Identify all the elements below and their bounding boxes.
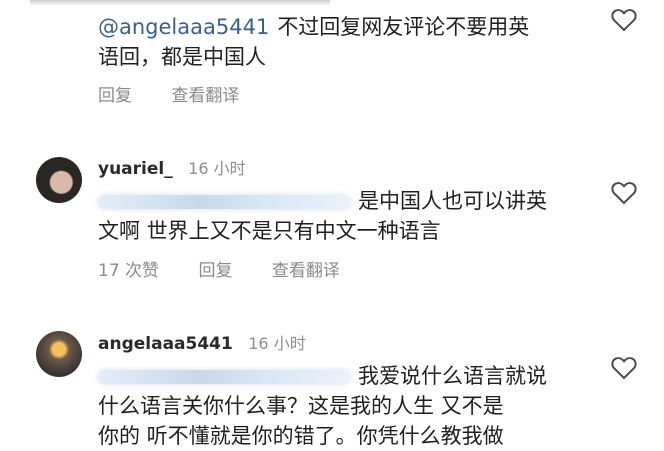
comment-text-line-3: 你的 听不懂就是你的错了。你凭什么教我做 [98,424,504,448]
reply-button[interactable]: 回复 [198,261,232,281]
like-count[interactable]: 17 次赞 [98,261,159,281]
comment-text-line-2: 什么语言关你什么事？这是我的人生 又不是 [98,394,504,418]
reply-button[interactable]: 回复 [98,86,132,106]
comment-text-line-2: 语回，都是中国人 [98,45,266,69]
heart-outline-icon[interactable] [611,181,637,205]
mention-link[interactable]: @angelaaa5441 [98,15,269,39]
see-translation-button[interactable]: 查看翻译 [272,261,340,281]
avatar[interactable] [36,331,82,377]
comment-actions: 回复 查看翻译 [98,81,273,106]
comment-actions: 17 次赞 回复 查看翻译 [98,256,374,281]
comment-text: @angelaaa5441 不过回复网友评论不要用英 语回，都是中国人 [98,12,588,72]
comment-text-line-1: 我爱说什么语言就说 [358,364,547,388]
username[interactable]: angelaaa5441 [98,334,233,354]
comment-meta: angelaaa5441 16 小时 [98,334,306,354]
see-translation-button[interactable]: 查看翻译 [171,86,239,106]
blurred-mention [98,370,350,384]
comment-text-line-2: 文啊 世界上又不是只有中文一种语言 [98,219,441,243]
comment-text: 我爱说什么语言就说 什么语言关你什么事？这是我的人生 又不是 你的 听不懂就是你… [98,361,588,451]
timestamp: 16 小时 [248,334,306,353]
blurred-mention [98,195,350,209]
heart-outline-icon[interactable] [611,356,637,380]
timestamp: 16 小时 [188,159,246,178]
comment-text: 是中国人也可以讲英 文啊 世界上又不是只有中文一种语言 [98,186,588,246]
avatar[interactable] [36,157,82,203]
comment-text-line-1: 是中国人也可以讲英 [358,189,547,213]
username[interactable]: yuariel_ [98,159,173,179]
comment-text-line-1: 不过回复网友评论不要用英 [277,15,530,39]
comment-meta: yuariel_ 16 小时 [98,159,246,179]
heart-outline-icon[interactable] [611,8,637,32]
scroll-top-fade [30,0,330,6]
